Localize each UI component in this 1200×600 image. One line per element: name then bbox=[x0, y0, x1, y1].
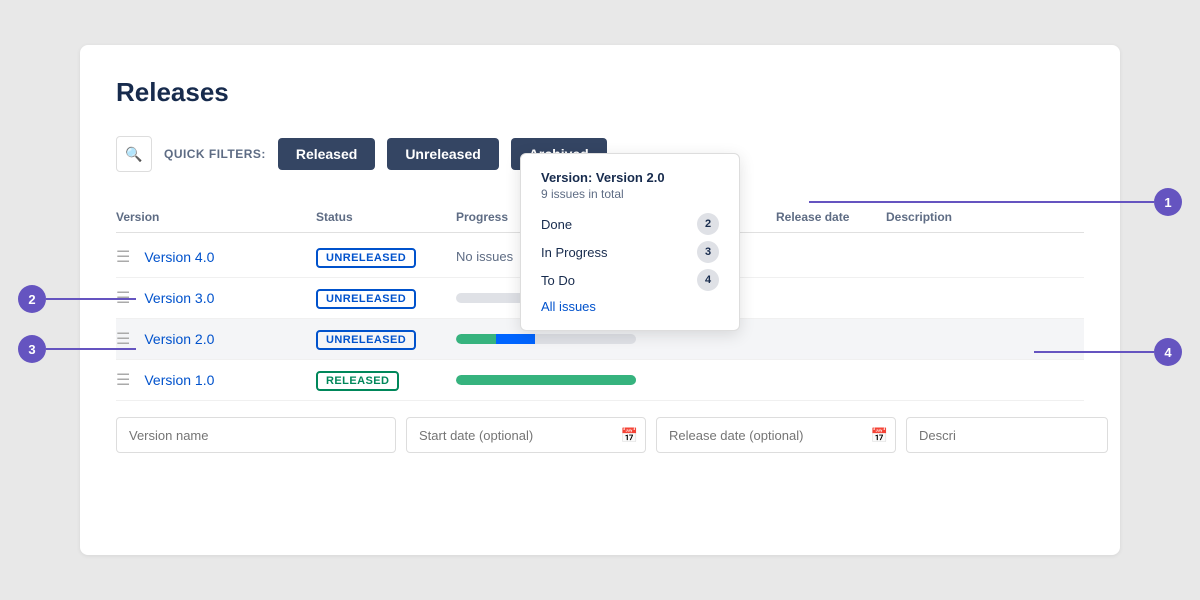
version-cell-2: ☰ Version 2.0 bbox=[116, 329, 316, 349]
annotation-2: 2 bbox=[18, 285, 46, 313]
progress-bar-2 bbox=[456, 334, 636, 344]
drag-handle-4[interactable]: ☰ bbox=[116, 247, 130, 267]
filter-unreleased-button[interactable]: Unreleased bbox=[387, 138, 498, 170]
col-version: Version bbox=[116, 210, 316, 224]
all-issues-link[interactable]: All issues bbox=[541, 299, 719, 314]
status-cell-2: UNRELEASED bbox=[316, 330, 456, 348]
annotation-1: 1 bbox=[1154, 188, 1182, 216]
tooltip-count-inprogress: 3 bbox=[697, 241, 719, 263]
version-cell-1: ☰ Version 1.0 bbox=[116, 370, 316, 390]
filter-released-button[interactable]: Released bbox=[278, 138, 375, 170]
start-date-wrapper: 📅 bbox=[406, 417, 646, 453]
tooltip-row-inprogress: In Progress 3 bbox=[541, 241, 719, 263]
progress-cell-2 bbox=[456, 334, 676, 344]
tooltip-title: Version: Version 2.0 bbox=[541, 170, 719, 185]
status-cell-1: RELEASED bbox=[316, 371, 456, 389]
tooltip-label-inprogress: In Progress bbox=[541, 245, 607, 260]
page-title: Releases bbox=[116, 77, 1084, 108]
drag-handle-1[interactable]: ☰ bbox=[116, 370, 130, 390]
annotation-4-line bbox=[1034, 351, 1154, 353]
version-link-3[interactable]: Version 3.0 bbox=[144, 290, 214, 306]
progress-inprogress-2 bbox=[496, 334, 536, 344]
status-badge-1: RELEASED bbox=[316, 371, 399, 391]
version-tooltip: Version: Version 2.0 9 issues in total D… bbox=[520, 153, 740, 331]
tooltip-label-done: Done bbox=[541, 217, 572, 232]
annotation-3: 3 bbox=[18, 335, 46, 363]
annotation-4: 4 bbox=[1154, 338, 1182, 366]
add-version-row: 📅 📅 bbox=[116, 417, 1084, 453]
status-badge-3: UNRELEASED bbox=[316, 289, 416, 309]
releases-panel: Releases 🔍 QUICK FILTERS: Released Unrel… bbox=[80, 45, 1120, 555]
tooltip-count-todo: 4 bbox=[697, 269, 719, 291]
progress-done-1 bbox=[456, 375, 636, 385]
progress-cell-1 bbox=[456, 375, 676, 385]
status-cell-3: UNRELEASED bbox=[316, 289, 456, 307]
version-cell-4: ☰ Version 4.0 bbox=[116, 247, 316, 267]
progress-bar-1 bbox=[456, 375, 636, 385]
tooltip-label-todo: To Do bbox=[541, 273, 575, 288]
calendar-icon-release: 📅 bbox=[871, 427, 888, 444]
search-icon: 🔍 bbox=[125, 146, 142, 163]
quick-filters-label: QUICK FILTERS: bbox=[164, 147, 266, 161]
progress-multi-2 bbox=[456, 334, 636, 344]
annotation-2-line bbox=[46, 298, 136, 300]
annotation-3-line bbox=[46, 348, 136, 350]
tooltip-count-done: 2 bbox=[697, 213, 719, 235]
status-badge-4: UNRELEASED bbox=[316, 248, 416, 268]
version-link-2[interactable]: Version 2.0 bbox=[144, 331, 214, 347]
annotation-1-line bbox=[809, 201, 1154, 203]
start-date-input[interactable] bbox=[406, 417, 646, 453]
release-date-wrapper: 📅 bbox=[656, 417, 896, 453]
tooltip-subtitle: 9 issues in total bbox=[541, 187, 719, 201]
status-badge-2: UNRELEASED bbox=[316, 330, 416, 350]
version-link-1[interactable]: Version 1.0 bbox=[144, 372, 214, 388]
col-status: Status bbox=[316, 210, 456, 224]
tooltip-row-done: Done 2 bbox=[541, 213, 719, 235]
release-date-input[interactable] bbox=[656, 417, 896, 453]
version-name-input[interactable] bbox=[116, 417, 396, 453]
calendar-icon-start: 📅 bbox=[621, 427, 638, 444]
no-issues-text: No issues bbox=[456, 249, 513, 264]
progress-done-2 bbox=[456, 334, 496, 344]
tooltip-row-todo: To Do 4 bbox=[541, 269, 719, 291]
version-link-4[interactable]: Version 4.0 bbox=[144, 249, 214, 265]
search-box[interactable]: 🔍 bbox=[116, 136, 152, 172]
table-row: ☰ Version 1.0 RELEASED bbox=[116, 360, 1084, 401]
version-cell-3: ☰ Version 3.0 bbox=[116, 288, 316, 308]
status-cell-4: UNRELEASED bbox=[316, 248, 456, 266]
description-input[interactable] bbox=[906, 417, 1108, 453]
